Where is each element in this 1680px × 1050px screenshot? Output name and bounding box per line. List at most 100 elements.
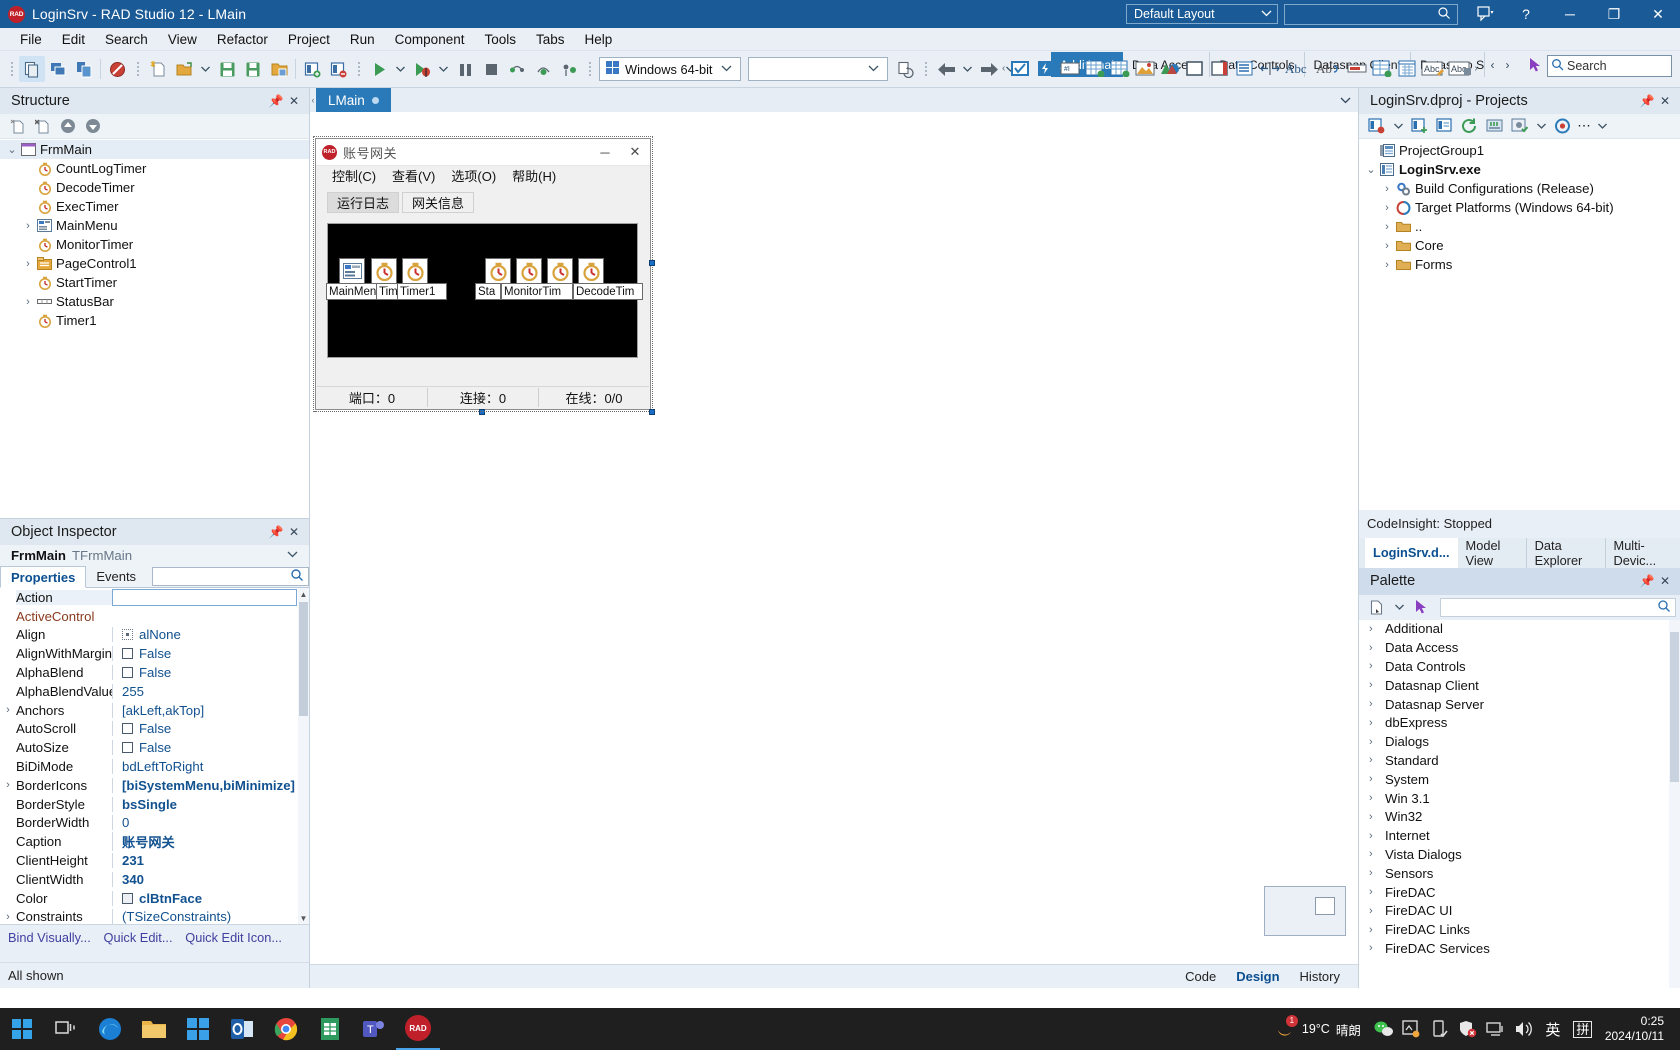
save-button[interactable] — [214, 56, 240, 82]
form-menu-help[interactable]: 帮助(H) — [505, 166, 563, 188]
checkbox-icon[interactable] — [122, 723, 133, 735]
tmaskedit-icon[interactable]: #I — [1058, 56, 1082, 80]
property-row-activecontrol[interactable]: ActiveControl — [0, 607, 309, 626]
file-explorer-app[interactable] — [132, 1008, 176, 1050]
palette-category-win31[interactable]: › Win 3.1 — [1359, 789, 1680, 808]
help-button[interactable]: ? — [1504, 0, 1548, 28]
expander-icon[interactable]: › — [1379, 259, 1395, 271]
view-source-icon[interactable] — [1433, 116, 1456, 137]
tcomboboxex-icon[interactable]: Abc — [1447, 56, 1473, 80]
property-row-clientheight[interactable]: ClientHeight 231 — [0, 851, 309, 870]
expander-icon[interactable]: › — [1369, 679, 1385, 691]
expander-icon[interactable]: ⌄ — [1363, 163, 1379, 176]
view-tab-history[interactable]: History — [1290, 965, 1350, 989]
build-config-combo[interactable] — [748, 57, 888, 81]
task-view-button[interactable] — [44, 1008, 88, 1050]
palette-category-additional[interactable]: › Additional — [1359, 620, 1680, 639]
view-tab-code[interactable]: Code — [1175, 965, 1226, 989]
palette-category-system[interactable]: › System — [1359, 770, 1680, 789]
property-row-autoscroll[interactable]: AutoScroll False — [0, 720, 309, 739]
resize-handle-bottom-right[interactable] — [649, 409, 655, 415]
network-icon[interactable] — [1483, 1008, 1509, 1050]
expander-icon[interactable]: › — [20, 258, 36, 270]
palette-category-data-access[interactable]: › Data Access — [1359, 638, 1680, 657]
timage-icon[interactable] — [1133, 56, 1157, 80]
project-node-forms-folder[interactable]: › Forms — [1359, 255, 1680, 274]
add-to-project-button[interactable] — [299, 56, 325, 82]
palette-scrollbar[interactable] — [1669, 619, 1680, 988]
property-grid-scrollbar[interactable]: ▲ ▼ — [298, 588, 309, 924]
toolbar-grip[interactable] — [8, 58, 15, 80]
tvaluelisteditor-icon[interactable] — [1370, 56, 1394, 80]
form-close-button[interactable]: ✕ — [620, 144, 650, 160]
forward-button[interactable] — [976, 56, 1002, 82]
expander-icon[interactable]: › — [0, 704, 16, 716]
nvc-timer-icon-3[interactable] — [485, 258, 511, 284]
close-all-button[interactable] — [104, 56, 130, 82]
palette-search-box[interactable]: Search — [1547, 55, 1672, 77]
structure-node-exectimer[interactable]: ExecTimer — [0, 197, 309, 216]
open-file-button[interactable] — [171, 56, 197, 82]
form-minimize-button[interactable]: ─ — [590, 145, 620, 160]
pointer-tool-icon[interactable] — [1410, 597, 1433, 618]
palette-category-win32[interactable]: › Win32 — [1359, 807, 1680, 826]
tbevel-icon[interactable] — [1183, 56, 1207, 80]
property-row-alphablend[interactable]: AlphaBlend False — [0, 663, 309, 682]
form-tab-runlog[interactable]: 运行日志 — [327, 192, 400, 213]
nvc-timer-icon-4[interactable] — [516, 258, 542, 284]
property-row-clientwidth[interactable]: ClientWidth 340 — [0, 870, 309, 889]
tshape-icon[interactable] — [1158, 56, 1182, 80]
quick-edit-icon-link[interactable]: Quick Edit Icon... — [185, 930, 282, 945]
toolbar-grip-4[interactable] — [586, 58, 593, 80]
structure-node-timer1[interactable]: Timer1 — [0, 311, 309, 330]
run-dropdown[interactable] — [392, 56, 409, 82]
chevron-down-icon[interactable] — [286, 550, 309, 562]
pin-icon[interactable]: 📌 — [1638, 574, 1656, 588]
ime-language-indicator[interactable]: 英 — [1539, 1008, 1567, 1050]
tab-multi-device-preview[interactable]: Multi-Devic... — [1606, 538, 1680, 568]
chrome-app[interactable] — [264, 1008, 308, 1050]
palette-tabs-prev-button[interactable]: ‹ — [1485, 52, 1500, 77]
structure-node-monitortimer[interactable]: MonitorTimer — [0, 235, 309, 254]
palette-tabs-next-button[interactable]: › — [1500, 52, 1515, 77]
property-value[interactable]: 231 — [112, 853, 309, 869]
property-row-color[interactable]: Color clBtnFace — [0, 889, 309, 908]
property-row-borderstyle[interactable]: BorderStyle bsSingle — [0, 795, 309, 814]
structure-node-decodetimer[interactable]: DecodeTimer — [0, 178, 309, 197]
open-file-dropdown[interactable] — [197, 56, 214, 82]
close-icon[interactable]: ✕ — [1656, 94, 1674, 108]
menu-project[interactable]: Project — [278, 28, 340, 51]
teams-app[interactable]: T — [352, 1008, 396, 1050]
target-icon[interactable] — [1551, 116, 1574, 137]
tstatictext-icon[interactable]: Abc — [1283, 56, 1313, 80]
expander-icon[interactable]: › — [20, 220, 36, 232]
tlistview-icon[interactable] — [1395, 56, 1419, 80]
save-all-button[interactable] — [240, 56, 266, 82]
structure-node-pagecontrol1[interactable]: › PageControl1 — [0, 254, 309, 273]
toolbar-grip-3[interactable] — [355, 58, 362, 80]
palette-category-datasnap-server[interactable]: › Datasnap Server — [1359, 695, 1680, 714]
checkbox-icon[interactable] — [122, 742, 133, 754]
stop-button[interactable] — [478, 56, 504, 82]
edge-app[interactable] — [88, 1008, 132, 1050]
menu-help[interactable]: Help — [575, 28, 623, 51]
palette-category-internet[interactable]: › Internet — [1359, 826, 1680, 845]
palette-category-dbexpress[interactable]: › dbExpress — [1359, 713, 1680, 732]
more-options-icon[interactable]: ⋯ — [1576, 116, 1592, 137]
scrollbar-thumb[interactable] — [299, 602, 308, 716]
new-file-button[interactable] — [145, 56, 171, 82]
taction-icon[interactable] — [1033, 56, 1057, 80]
property-value[interactable]: [akLeft,akTop] — [112, 702, 309, 718]
property-row-alphablendvalue[interactable]: AlphaBlendValue 255 — [0, 682, 309, 701]
outlook-app[interactable] — [220, 1008, 264, 1050]
structure-node-starttimer[interactable]: StartTimer — [0, 273, 309, 292]
scroll-up-icon[interactable]: ▲ — [298, 588, 309, 600]
sheets-app[interactable] — [308, 1008, 352, 1050]
expander-icon[interactable]: › — [1379, 183, 1395, 195]
property-row-bidimode[interactable]: BiDiMode bdLeftToRight — [0, 757, 309, 776]
property-value[interactable]: 账号网关 — [112, 832, 309, 852]
refresh-icon[interactable] — [1458, 116, 1481, 137]
property-row-caption[interactable]: Caption 账号网关 — [0, 832, 309, 852]
object-selector[interactable]: FrmMain TFrmMain — [0, 545, 309, 566]
delete-item-icon[interactable] — [31, 116, 54, 137]
